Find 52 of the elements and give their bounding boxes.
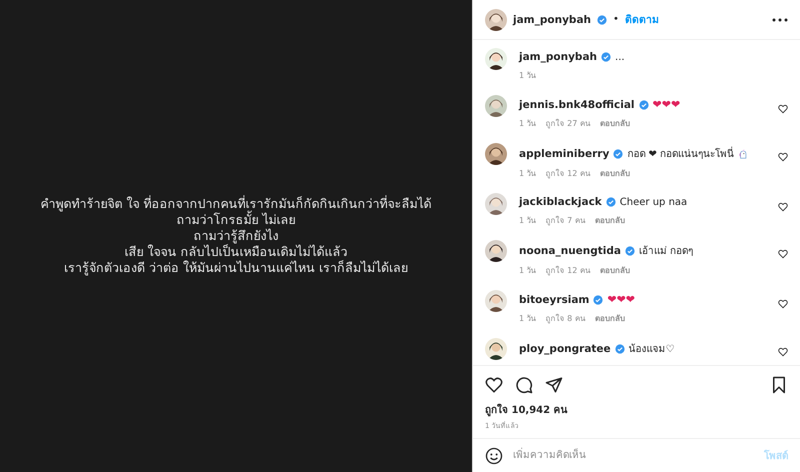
send-icon[interactable] (545, 376, 563, 394)
caption-text: ... (615, 52, 625, 62)
reply-link[interactable]: ตอบกลับ (600, 264, 630, 277)
comment-time: 1 วัน (519, 265, 536, 277)
comment-text: น้องแจม♡ (628, 342, 675, 356)
username[interactable]: jam_ponybah (519, 51, 598, 63)
like-icon[interactable] (778, 152, 788, 162)
username[interactable]: jam_ponybah (513, 14, 592, 26)
comment-time: 1 วัน (519, 168, 536, 180)
reply-link[interactable]: ตอบกลับ (594, 214, 625, 227)
reply-link[interactable]: ตอบกลับ (600, 167, 630, 180)
like-icon[interactable] (778, 347, 788, 357)
caption-line: เรารู้จักตัวเองดี ว่าต่อ ให้มันผ่านไปนานแค่ไหน เราก็ลืมไม่ได้เลย (64, 260, 408, 276)
like-icon[interactable] (485, 376, 503, 394)
like-count[interactable]: ถูกใจ 12 คน (546, 167, 590, 180)
comment-text: เอ้าแม่ กอดๆ (639, 244, 694, 258)
caption-line: ถามว่ารู้สึกยังไง (193, 228, 278, 244)
username[interactable]: appleminiberry (519, 148, 610, 160)
caption-line: ถามว่าโกรธมั้ย ไม่เลย (176, 212, 296, 228)
emoji-icon[interactable] (485, 446, 503, 464)
follow-button[interactable]: ติดตาม (624, 11, 659, 28)
like-count[interactable]: ถูกใจ 27 คน (546, 117, 590, 130)
more-options-icon[interactable] (772, 18, 788, 22)
like-count[interactable]: ถูกใจ 7 คน (546, 214, 585, 227)
like-icon[interactable] (778, 299, 788, 309)
unicorn-icon (738, 148, 748, 158)
reply-link[interactable]: ตอบกลับ (600, 117, 630, 130)
comment-text: กอด ❤ กอดแน่นๆนะโพนี่ (627, 146, 734, 161)
username[interactable]: jackiblackjack (519, 196, 602, 208)
like-count[interactable]: ถูกใจ 12 คน (546, 264, 590, 277)
comment-icon[interactable] (515, 376, 533, 394)
comment-time: 1 วัน (519, 118, 536, 130)
username[interactable]: jennis.bnk48official (519, 98, 635, 110)
comment-text: Cheer up naa (620, 196, 688, 208)
comment-time: 1 วัน (519, 313, 536, 325)
like-icon[interactable] (778, 249, 788, 259)
like-count[interactable]: ถูกใจ 8 คน (546, 312, 585, 325)
caption-line: เสีย ใจจน กลับไปเป็นเหมือนเดิมไม่ได้แล้ว (124, 244, 348, 260)
username[interactable]: bitoeyrsiam (519, 294, 590, 306)
like-icon[interactable] (778, 104, 788, 114)
comment-text: ❤❤❤ (652, 98, 680, 111)
reply-link[interactable]: ตอบกลับ (594, 312, 625, 325)
bookmark-icon[interactable] (770, 376, 788, 394)
separator-dot: • (613, 14, 619, 25)
comment-time: 1 วัน (519, 215, 536, 227)
comment-text: ❤❤❤ (607, 293, 636, 306)
like-icon[interactable] (778, 202, 788, 212)
like-count[interactable]: ถูกใจ 10,942 คน (485, 402, 788, 417)
username[interactable]: noona_nuengtida (519, 244, 621, 256)
caption-line: คำพูดทำร้ายจิต ใจ ที่ออกจากปากคนที่เรารักมันก็กัดกินเกินกว่าที่จะลืมได้ (40, 196, 432, 212)
username[interactable]: ploy_pongratee (519, 342, 611, 354)
post-time: 1 วัน (519, 70, 536, 82)
